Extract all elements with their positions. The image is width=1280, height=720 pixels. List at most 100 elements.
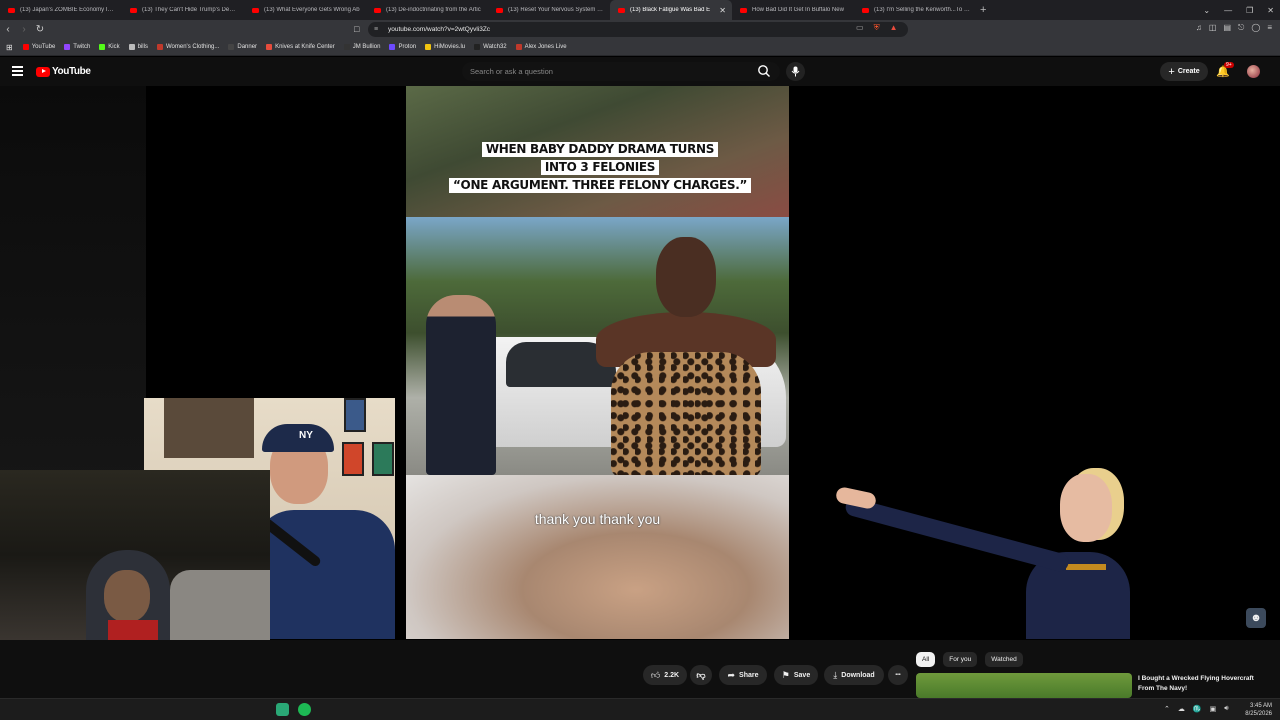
- bookmark-item[interactable]: JM Bullion: [343, 44, 380, 50]
- clock[interactable]: 3:45 AM 8/25/2026: [1245, 702, 1272, 718]
- recommended-video-title[interactable]: I Bought a Wrecked Flying Hovercraft Fro…: [1138, 674, 1268, 694]
- bookmark-item[interactable]: bills: [128, 44, 148, 50]
- bookmark-item[interactable]: Knives at Knife Center: [266, 44, 335, 50]
- voice-search-button[interactable]: [786, 62, 805, 81]
- cap-logo: NY: [299, 430, 313, 441]
- tab-label: (13) Japan's ZOMBIE Economy Is Ab: [20, 7, 116, 13]
- guide-menu-icon[interactable]: [12, 66, 23, 78]
- tab-search-icon[interactable]: ⌄: [1203, 6, 1210, 15]
- back-icon[interactable]: ‹: [0, 24, 16, 35]
- system-tray: ⌃ ☁ ♏ ▣ 🔊︎: [1164, 705, 1229, 713]
- browser-tab[interactable]: (13) De-indoctrinating from the Artic: [366, 0, 488, 20]
- restore-icon[interactable]: ❐: [1246, 6, 1253, 15]
- streamer-badge-icon[interactable]: ☻: [1246, 608, 1266, 628]
- bookmark-item[interactable]: Watch32: [474, 44, 507, 50]
- chip-watched[interactable]: Watched: [985, 652, 1023, 667]
- poster: [342, 442, 364, 476]
- video-caption: WHEN BABY DADDY DRAMA TURNS INTO 3 FELON…: [440, 140, 760, 194]
- url-field[interactable]: ≡ youtube.com/watch?v=2wtQyvli3Zc: [368, 22, 908, 37]
- like-button[interactable]: 👍︎ 2.2K: [643, 665, 687, 685]
- browser-tab[interactable]: (13) Japan's ZOMBIE Economy Is Ab: [0, 0, 122, 20]
- reload-icon[interactable]: ↻: [32, 24, 48, 35]
- bookmark-item[interactable]: Alex Jones Live: [515, 44, 567, 50]
- vpn-icon[interactable]: ◯: [1251, 23, 1260, 33]
- close-window-icon[interactable]: ✕: [1267, 6, 1274, 15]
- browser-tab[interactable]: How Bad Did It Get In Buffalo New: [732, 0, 854, 20]
- extensions-icon[interactable]: ⎋: [1238, 23, 1244, 33]
- sidebar-icon[interactable]: ◫: [1209, 23, 1217, 33]
- more-label: •••: [895, 672, 901, 678]
- wallet-icon[interactable]: ▤: [1223, 23, 1231, 33]
- network-icon[interactable]: ▣: [1210, 705, 1217, 713]
- bookmark-item[interactable]: YouTube: [22, 44, 56, 50]
- dislike-button[interactable]: 👎︎: [690, 665, 712, 685]
- site-info-icon[interactable]: ≡: [374, 26, 378, 33]
- tab-label: (13) Black Fatigue Was Bad E: [630, 7, 711, 13]
- search-input[interactable]: Search or ask a question: [462, 62, 780, 81]
- forward-icon[interactable]: ›: [16, 24, 32, 35]
- bookmark-item[interactable]: Proton: [389, 44, 416, 50]
- bookmark-item[interactable]: Twitch: [64, 44, 90, 50]
- more-actions-button[interactable]: •••: [888, 665, 908, 685]
- usb-icon[interactable]: ♏: [1193, 705, 1202, 713]
- browser-tab[interactable]: (13) Black Fatigue Was Bad E ✕: [610, 0, 732, 20]
- share-button[interactable]: ➦ Share: [719, 665, 767, 685]
- notification-count-badge: 9+: [1224, 62, 1234, 68]
- caption-line: “ONE ARGUMENT. THREE FELONY CHARGES.”: [448, 178, 752, 193]
- cast-icon[interactable]: ▭: [856, 23, 864, 33]
- app-icon[interactable]: [276, 703, 289, 716]
- tab-strip: (13) Japan's ZOMBIE Economy Is Ab (13) Th…: [0, 0, 1280, 20]
- close-tab-icon[interactable]: ✕: [719, 6, 726, 15]
- spotify-icon[interactable]: [298, 703, 311, 716]
- browser-tab[interactable]: (13) Reset Your Nervous System in 3: [488, 0, 610, 20]
- bookmark-item[interactable]: Danner: [228, 44, 257, 50]
- new-tab-button[interactable]: +: [980, 4, 986, 16]
- create-button[interactable]: + Create: [1160, 62, 1208, 81]
- bookmark-label: Alex Jones Live: [524, 44, 567, 50]
- browser-tab[interactable]: (13) They Can't Hide Trump's Demen: [122, 0, 244, 20]
- bookmark-icon[interactable]: □: [354, 24, 359, 34]
- caption-line: INTO 3 FELONIES: [540, 160, 660, 175]
- tab-favicon-icon: [618, 7, 625, 13]
- window-controls: ⌄ — ❐ ✕: [1203, 0, 1274, 20]
- watch-below-player: 👍︎ 2.2K 👎︎ ➦ Share ⚑ Save ⤓ Download •••…: [0, 640, 1280, 698]
- video-player[interactable]: WHEN BABY DADDY DRAMA TURNS INTO 3 FELON…: [0, 86, 1280, 640]
- save-button[interactable]: ⚑ Save: [774, 665, 818, 685]
- tab-label: How Bad Did It Get In Buffalo New: [752, 7, 844, 13]
- bookmark-favicon-icon: [128, 44, 135, 50]
- tray-expand-icon[interactable]: ⌃: [1164, 705, 1170, 713]
- bookmark-favicon-icon: [22, 44, 29, 50]
- bookmark-label: Watch32: [483, 44, 507, 50]
- browser-tab[interactable]: (13) I'm Selling the Kenworth...To Bu: [854, 0, 976, 20]
- minimize-icon[interactable]: —: [1224, 6, 1232, 15]
- video-frame[interactable]: WHEN BABY DADDY DRAMA TURNS INTO 3 FELON…: [406, 86, 789, 639]
- bookmark-label: YouTube: [31, 44, 56, 50]
- youtube-logo[interactable]: YouTube: [36, 66, 91, 77]
- bookmark-item[interactable]: Women's Clothing...: [156, 44, 219, 50]
- bookmark-favicon-icon: [64, 44, 71, 50]
- download-button[interactable]: ⤓ Download: [824, 665, 884, 685]
- cloud-icon[interactable]: ☁: [1178, 705, 1185, 713]
- brave-shield-icon[interactable]: ⛨: [874, 23, 880, 33]
- apps-grid-icon[interactable]: ⊞: [6, 43, 13, 52]
- tab-favicon-icon: [374, 7, 381, 13]
- address-bar: ‹ › ↻ □ ≡ youtube.com/watch?v=2wtQyvli3Z…: [0, 20, 1280, 39]
- tab-favicon-icon: [740, 7, 747, 13]
- recommended-video-thumbnail[interactable]: [916, 673, 1132, 698]
- chip-all[interactable]: All: [916, 652, 936, 667]
- rewards-icon[interactable]: ▲: [890, 23, 898, 33]
- volume-icon[interactable]: 🔊︎: [1224, 705, 1228, 713]
- bookmark-label: bills: [137, 44, 148, 50]
- bookmark-favicon-icon: [99, 44, 106, 50]
- bookmark-favicon-icon: [343, 44, 350, 50]
- chip-for-you[interactable]: For you: [943, 652, 978, 667]
- menu-icon[interactable]: ≡: [1267, 23, 1272, 33]
- bookmark-item[interactable]: Kick: [99, 44, 120, 50]
- os-taskbar: ⌃ ☁ ♏ ▣ 🔊︎ 3:45 AM 8/25/2026: [0, 698, 1280, 720]
- plus-icon: +: [1168, 65, 1175, 78]
- browser-tab[interactable]: (13) What Everyone Gets Wrong Ab: [244, 0, 366, 20]
- media-icon[interactable]: ♫: [1196, 23, 1202, 33]
- search-icon[interactable]: [757, 64, 771, 78]
- bookmark-item[interactable]: HiMovies.lu: [425, 44, 465, 50]
- account-avatar[interactable]: [1247, 65, 1260, 78]
